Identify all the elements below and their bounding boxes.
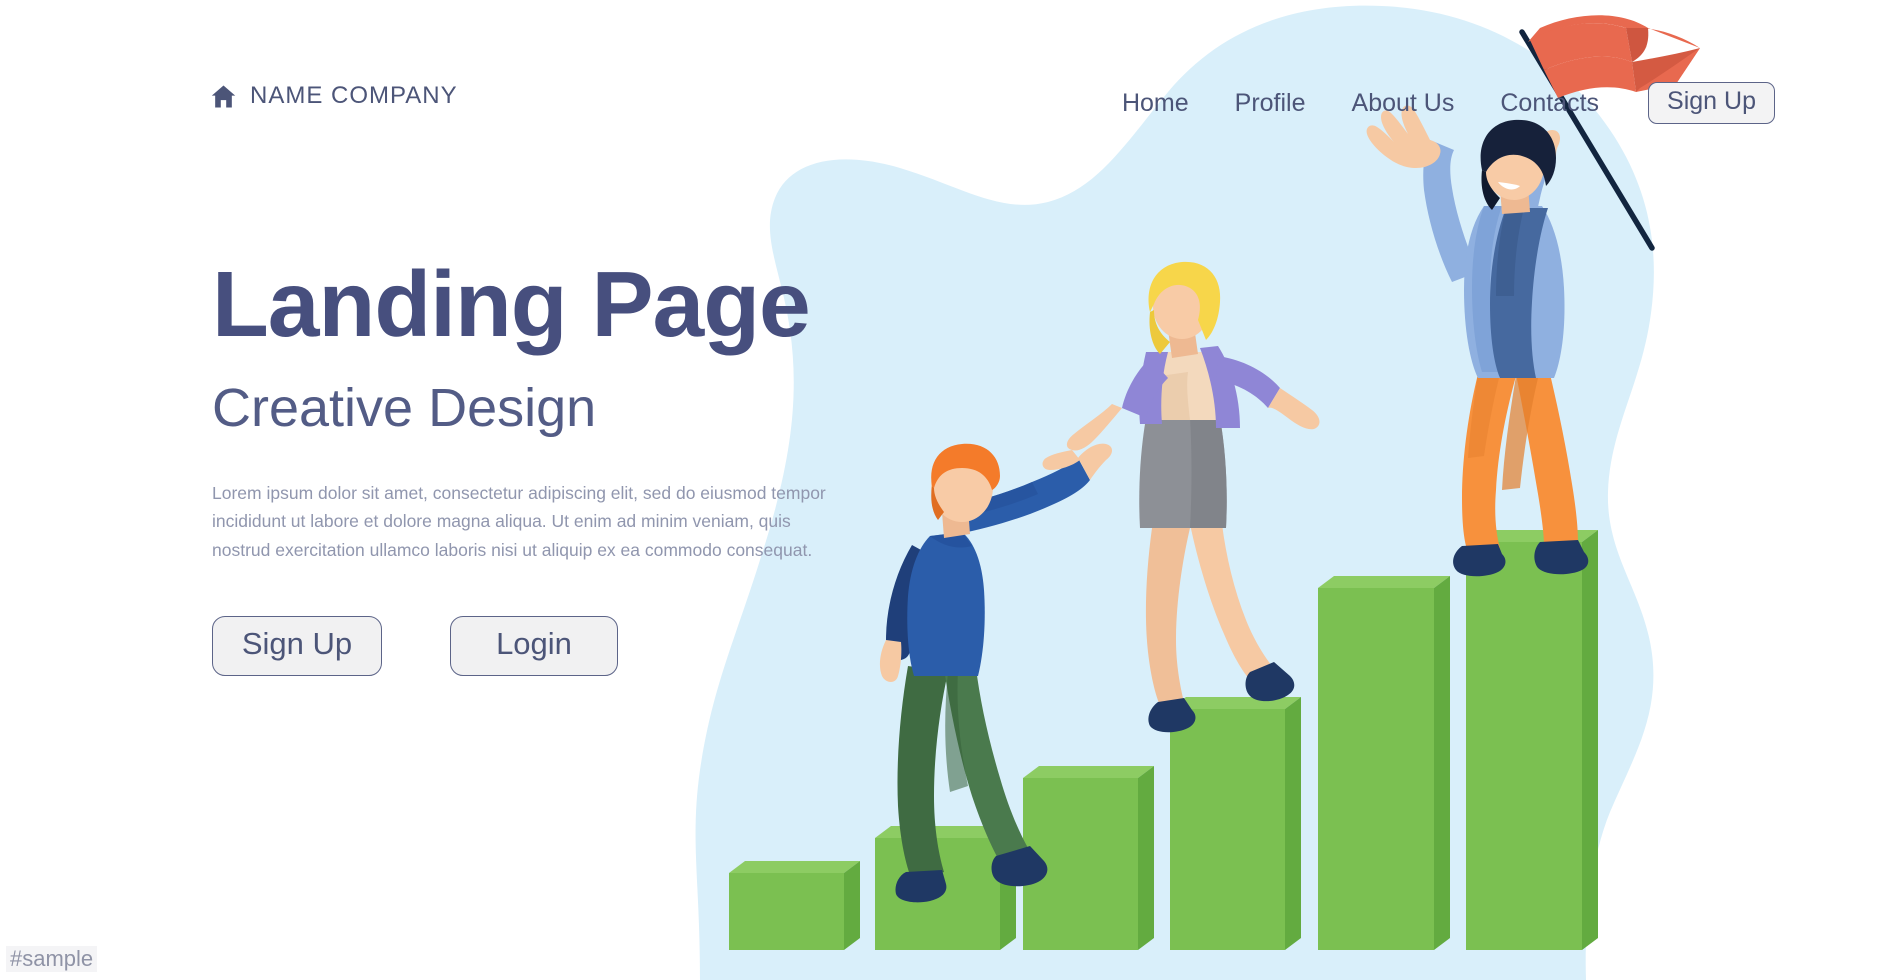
nav-item-contacts[interactable]: Contacts <box>1477 89 1622 118</box>
header-signup-button[interactable]: Sign Up <box>1648 82 1775 124</box>
nav-item-profile[interactable]: Profile <box>1212 89 1329 118</box>
nav-item-home[interactable]: Home <box>1099 89 1212 118</box>
brand-name: NAME COMPANY <box>250 82 458 109</box>
bar-3 <box>1023 766 1154 950</box>
site-header: NAME COMPANY Home Profile About Us Conta… <box>0 0 1901 170</box>
hero-description: Lorem ipsum dolor sit amet, consectetur … <box>212 483 826 560</box>
home-icon <box>211 84 236 108</box>
brand[interactable]: NAME COMPANY <box>210 82 458 110</box>
main-nav: Home Profile About Us Contacts Sign Up <box>1099 82 1775 124</box>
character-man-blue <box>879 443 1112 903</box>
watermark: #sample <box>6 946 98 972</box>
hero-section: Landing Page Creative Design Lorem ipsum… <box>212 252 872 677</box>
bar-4 <box>1170 697 1301 950</box>
page-subtitle: Creative Design <box>212 378 597 438</box>
nav-item-about-us[interactable]: About Us <box>1329 89 1478 118</box>
bar-6 <box>1466 530 1598 950</box>
login-button[interactable]: Login <box>450 616 618 677</box>
signup-button[interactable]: Sign Up <box>212 616 382 677</box>
character-man-flag <box>1366 105 1589 577</box>
hero-actions: Sign Up Login <box>212 616 872 677</box>
bar-1 <box>729 861 860 950</box>
page-title: Landing Page <box>212 252 811 356</box>
bar-2 <box>875 826 1016 950</box>
bar-5 <box>1318 576 1450 950</box>
landing-page: NAME COMPANY Home Profile About Us Conta… <box>0 0 1901 980</box>
character-woman-purple <box>1042 261 1320 733</box>
